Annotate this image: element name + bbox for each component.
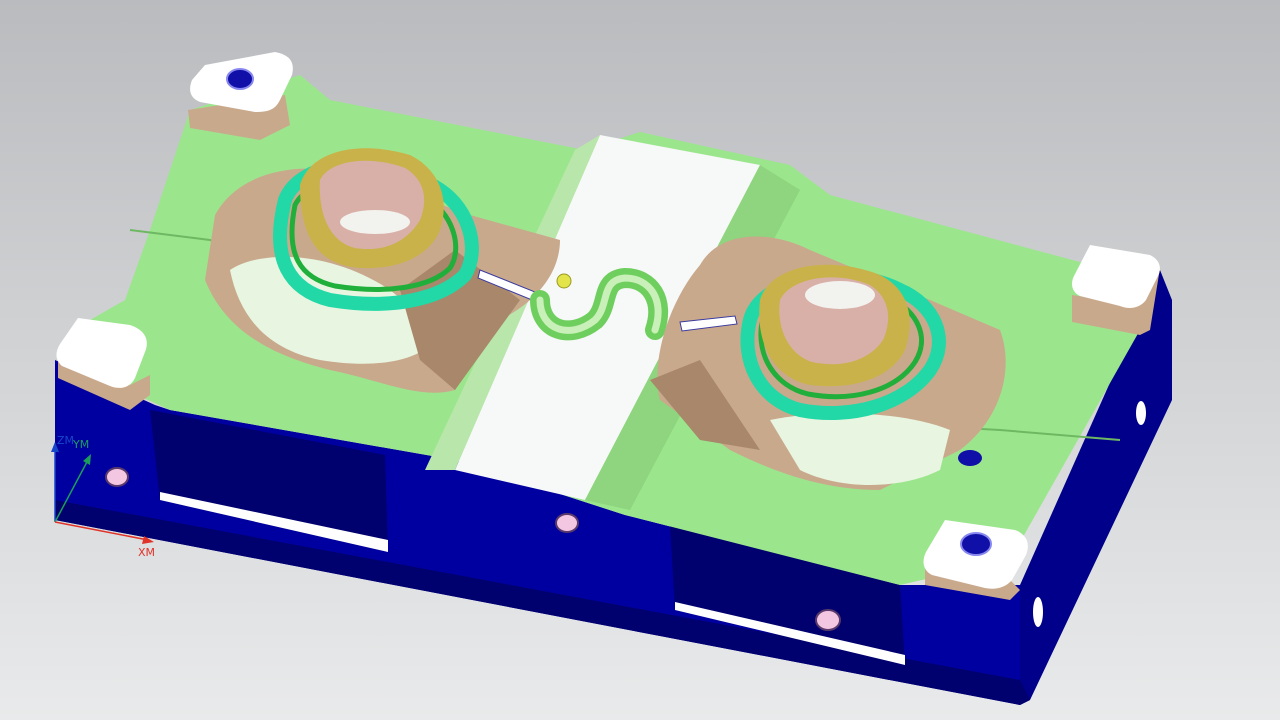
- mold-cavity-plate-model[interactable]: [0, 0, 1280, 720]
- y-axis-label: YM: [72, 438, 89, 451]
- coordinate-triad: ZM YM XM: [51, 434, 155, 559]
- ejector-hole-right: [958, 450, 982, 466]
- end-hole-upper: [1136, 401, 1146, 425]
- x-axis-line: [54, 521, 149, 541]
- z-axis-label: ZM: [57, 434, 74, 447]
- sprue-puller: [556, 273, 572, 289]
- y-axis-line: [54, 459, 89, 523]
- cavity-right-core-opening: [805, 281, 875, 309]
- x-axis-arrow: [142, 536, 154, 544]
- pad-bottom-right-hole: [960, 532, 992, 556]
- pad-top-left-hole: [226, 68, 254, 90]
- end-hole-lower: [1033, 597, 1043, 627]
- side-hole-right: [815, 609, 841, 631]
- x-axis-label: XM: [138, 546, 155, 559]
- side-hole-center: [555, 513, 579, 533]
- cad-viewport[interactable]: ZM YM XM: [0, 0, 1280, 720]
- cavity-left-core-opening: [340, 210, 410, 234]
